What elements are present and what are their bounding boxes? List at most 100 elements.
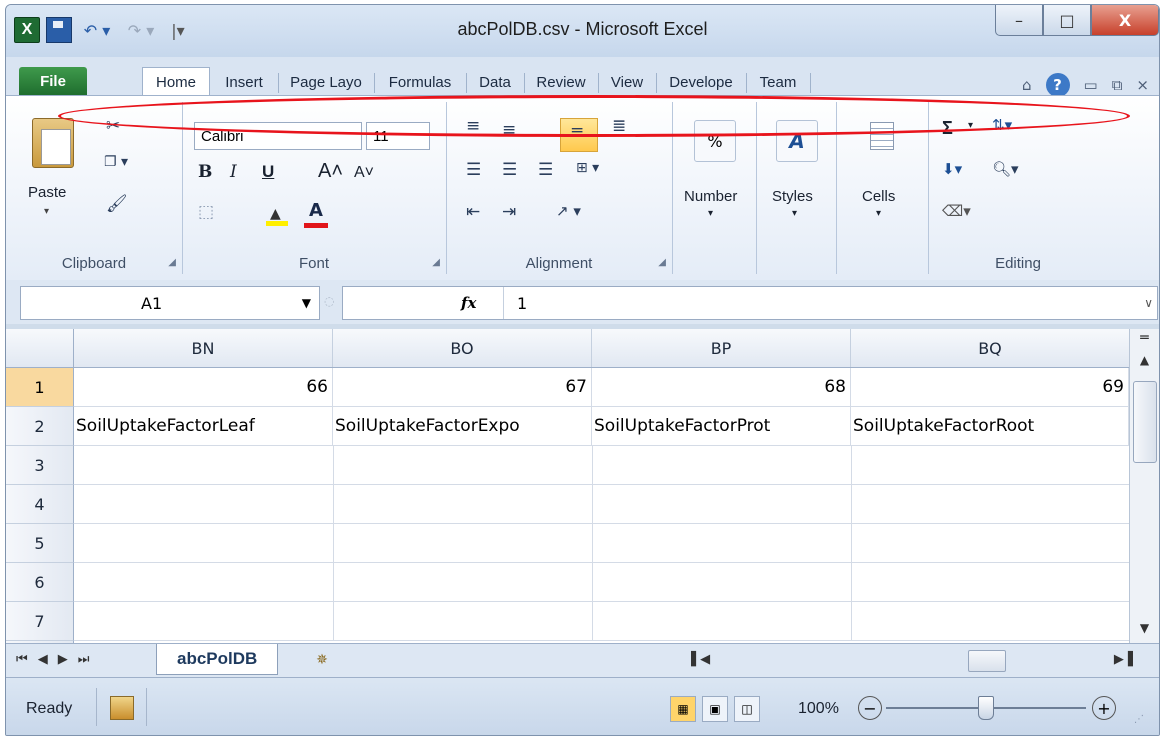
first-sheet-icon[interactable]: ⏮ xyxy=(16,652,28,667)
underline-button[interactable]: U xyxy=(262,162,274,182)
row-header[interactable]: 2 xyxy=(6,407,74,446)
last-sheet-icon[interactable]: ⏭ xyxy=(78,652,90,667)
cell[interactable] xyxy=(74,485,334,523)
row-header[interactable]: 1 xyxy=(6,368,74,407)
orientation-icon[interactable]: ↗ ▾ xyxy=(556,202,581,220)
copy-icon[interactable]: ❐ ▾ xyxy=(104,154,128,170)
split-box-icon[interactable]: ═ xyxy=(1132,330,1157,346)
font-size-box[interactable]: 11 xyxy=(366,122,430,150)
cell[interactable] xyxy=(333,524,593,562)
top-align-icon[interactable]: ≡ xyxy=(466,116,480,136)
name-box-dropdown-icon[interactable]: ▼ xyxy=(302,296,311,310)
column-header[interactable]: BN xyxy=(74,329,333,367)
column-header[interactable]: BP xyxy=(592,329,851,367)
cell[interactable] xyxy=(74,524,334,562)
tab-data[interactable]: Data xyxy=(470,70,520,94)
cells-dropdown-icon[interactable]: ▾ xyxy=(876,208,881,219)
resize-grip-icon[interactable]: ⋰ xyxy=(1134,714,1144,725)
cell[interactable] xyxy=(333,602,593,640)
page-layout-view-icon[interactable]: ▣ xyxy=(702,696,728,722)
cell[interactable] xyxy=(333,485,593,523)
tab-review[interactable]: Review xyxy=(528,70,594,94)
tab-file[interactable]: File xyxy=(19,67,87,95)
center-icon[interactable]: ☰ xyxy=(502,160,517,180)
paste-dropdown-icon[interactable]: ▾ xyxy=(44,206,49,217)
fill-color-icon[interactable]: ▲ xyxy=(266,206,288,226)
fill-icon[interactable]: ⬇▾ xyxy=(942,160,962,178)
autosum-button[interactable]: Σ xyxy=(942,118,953,139)
column-header[interactable]: BQ xyxy=(851,329,1129,367)
clipboard-launcher-icon[interactable]: ◢ xyxy=(168,257,176,268)
normal-view-icon[interactable]: ▦ xyxy=(670,696,696,722)
wrap-text-icon[interactable]: ≣ xyxy=(612,116,626,136)
clear-icon[interactable]: ⌫▾ xyxy=(942,202,971,220)
horizontal-scrollbar[interactable]: ▐ ◀ ▶ ▌ xyxy=(686,650,1146,672)
cell[interactable] xyxy=(592,524,852,562)
previous-sheet-icon[interactable]: ◀ xyxy=(38,652,48,667)
scroll-right-icon[interactable]: ▶ ▌ xyxy=(1114,652,1138,667)
row-header[interactable]: 7 xyxy=(6,602,74,641)
format-painter-icon[interactable]: 🖌︎ xyxy=(106,194,128,214)
zoom-slider-thumb[interactable] xyxy=(978,696,994,720)
zoom-in-button[interactable]: + xyxy=(1092,696,1116,720)
help-icon[interactable]: ? xyxy=(1045,73,1070,97)
vertical-scrollbar[interactable]: ═ ▲ ▼ xyxy=(1129,329,1159,643)
macro-record-icon[interactable] xyxy=(110,696,134,720)
bold-button[interactable]: B xyxy=(198,162,212,182)
tab-page-layout[interactable]: Page Layo xyxy=(282,70,370,94)
percent-icon[interactable]: % xyxy=(694,120,736,162)
column-header[interactable]: BO xyxy=(333,329,592,367)
tab-home[interactable]: Home xyxy=(142,67,210,96)
align-right-icon[interactable]: ☰ xyxy=(538,160,553,180)
cell[interactable]: 67 xyxy=(333,368,592,406)
cell[interactable] xyxy=(592,563,852,601)
autosum-dropdown-icon[interactable]: ▾ xyxy=(968,120,973,131)
zoom-level[interactable]: 100% xyxy=(798,700,839,718)
styles-button[interactable]: Styles xyxy=(772,188,813,205)
cell[interactable]: 69 xyxy=(851,368,1129,406)
tab-developer[interactable]: Develope xyxy=(660,70,742,94)
horizontal-scroll-thumb[interactable] xyxy=(968,650,1006,672)
tab-insert[interactable]: Insert xyxy=(214,70,274,94)
row-header[interactable]: 4 xyxy=(6,485,74,524)
cell[interactable] xyxy=(851,602,1129,640)
align-left-icon[interactable]: ☰ xyxy=(466,160,481,180)
cells-button[interactable]: Cells xyxy=(862,188,895,205)
insert-function-icon[interactable]: fx xyxy=(461,294,476,312)
cell[interactable] xyxy=(592,485,852,523)
page-break-view-icon[interactable]: ◫ xyxy=(734,696,760,722)
name-box[interactable]: A1 ▼ xyxy=(20,286,320,320)
font-name-box[interactable]: Calibri xyxy=(194,122,362,150)
close-button[interactable]: X xyxy=(1091,5,1159,36)
bottom-align-icon[interactable]: ≡ xyxy=(570,122,584,142)
font-color-icon[interactable]: A xyxy=(304,200,328,228)
italic-button[interactable]: I xyxy=(230,162,237,182)
styles-icon[interactable]: A xyxy=(776,120,818,162)
cell[interactable] xyxy=(851,524,1129,562)
zoom-out-button[interactable]: − xyxy=(858,696,882,720)
close-workbook-icon[interactable]: ⨯ xyxy=(1136,76,1149,94)
number-dropdown-icon[interactable]: ▾ xyxy=(708,208,713,219)
next-sheet-icon[interactable]: ▶ xyxy=(58,652,68,667)
scroll-up-icon[interactable]: ▲ xyxy=(1132,349,1157,371)
sheet-tab[interactable]: abcPolDB xyxy=(156,644,279,675)
cell[interactable]: SoilUptakeFactorRoot xyxy=(851,407,1129,445)
formula-input[interactable]: fx 1 ∨ xyxy=(342,286,1158,320)
tab-formulas[interactable]: Formulas xyxy=(378,70,462,94)
sort-filter-icon[interactable]: ⇅▾ xyxy=(992,116,1012,134)
select-all-corner[interactable] xyxy=(6,329,74,367)
cell[interactable] xyxy=(592,602,852,640)
grow-font-button[interactable]: A˄ xyxy=(318,160,343,183)
row-header[interactable]: 3 xyxy=(6,446,74,485)
middle-align-icon[interactable]: ≡ xyxy=(502,120,516,140)
find-select-icon[interactable]: 🔍︎▾ xyxy=(992,160,1019,178)
paste-button[interactable]: Paste xyxy=(28,184,66,201)
restore-window-icon[interactable]: ⧉ xyxy=(1112,76,1123,94)
minimize-ribbon-icon[interactable]: ⌂ xyxy=(1022,76,1032,94)
maximize-button[interactable]: □ xyxy=(1043,5,1091,36)
merge-center-icon[interactable]: ⊞ ▾ xyxy=(576,160,599,176)
alignment-launcher-icon[interactable]: ◢ xyxy=(658,257,666,268)
decrease-indent-icon[interactable]: ⇤ xyxy=(466,202,480,222)
increase-indent-icon[interactable]: ⇥ xyxy=(502,202,516,222)
cell[interactable] xyxy=(74,446,334,484)
